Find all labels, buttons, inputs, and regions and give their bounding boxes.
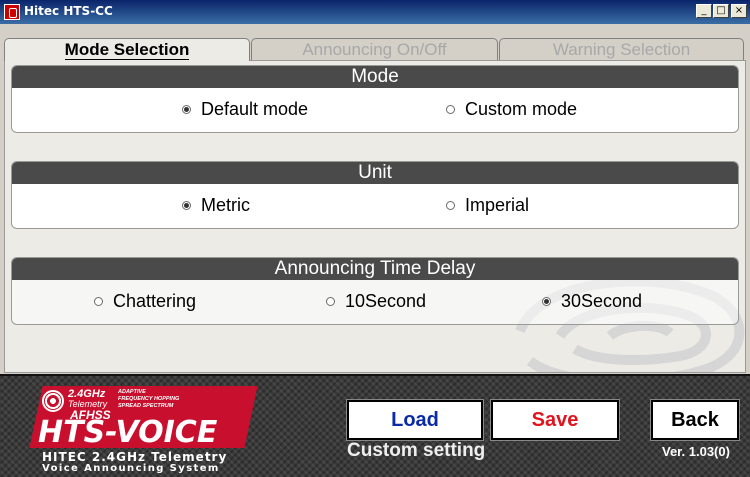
delay-group-header: Announcing Time Delay (12, 258, 738, 280)
title-bar[interactable]: Hitec HTS-CC _ □ × (0, 0, 750, 24)
radio-30second[interactable]: 30Second (542, 291, 642, 312)
mode-group: Mode Default mode Custom mode (11, 65, 739, 133)
tab-announcing-on-off[interactable]: Announcing On/Off (251, 38, 498, 60)
minimize-button[interactable]: _ (696, 4, 712, 18)
logo-name: HTS-VOICE (38, 415, 218, 450)
tab-label: Mode Selection (64, 40, 190, 60)
radio-label: Imperial (465, 195, 530, 215)
mode-selection-pane: Mode Default mode Custom mode Unit Metri… (4, 60, 746, 373)
radio-selected-icon[interactable] (542, 297, 551, 306)
logo-line1: HITEC 2.4GHz Telemetry (42, 450, 228, 464)
tab-strip: Mode Selection Announcing On/Off Warning… (4, 38, 746, 61)
unit-group-header: Unit (12, 162, 738, 184)
hts-voice-logo: 2.4GHz Telemetry AFHSS ADAPTIVE FREQUENC… (29, 386, 258, 476)
window-title: Hitec HTS-CC (24, 4, 113, 18)
radio-default-mode[interactable]: Default mode (182, 99, 308, 120)
radio-label: 10Second (345, 291, 427, 311)
radio-imperial[interactable]: Imperial (446, 195, 529, 216)
app-icon[interactable] (4, 4, 20, 20)
radio-unselected-icon[interactable] (94, 297, 103, 306)
maximize-button[interactable]: □ (713, 4, 729, 18)
announcing-delay-group: Announcing Time Delay Chattering 10Secon… (11, 257, 739, 325)
mode-group-header: Mode (12, 66, 738, 88)
tab-warning-selection[interactable]: Warning Selection (499, 38, 744, 60)
logo-adaptive: ADAPTIVE (118, 389, 146, 395)
radio-chattering[interactable]: Chattering (94, 291, 196, 312)
load-button[interactable]: Load (346, 399, 484, 441)
radio-unselected-icon[interactable] (446, 201, 455, 210)
radio-unselected-icon[interactable] (326, 297, 335, 306)
client-area: Mode Selection Announcing On/Off Warning… (0, 24, 750, 477)
radio-unselected-icon[interactable] (446, 105, 455, 114)
spiral-icon (42, 390, 64, 412)
version-label: Ver. 1.03(0) (662, 444, 730, 459)
radio-selected-icon[interactable] (182, 105, 191, 114)
radio-label: Default mode (201, 99, 309, 119)
footer-bar: 2.4GHz Telemetry AFHSS ADAPTIVE FREQUENC… (0, 374, 750, 477)
radio-label: 30Second (561, 291, 643, 311)
radio-label: Metric (201, 195, 250, 215)
logo-line2: Voice Announcing System (42, 463, 220, 474)
save-button[interactable]: Save (490, 399, 620, 441)
back-button[interactable]: Back (650, 399, 740, 441)
radio-custom-mode[interactable]: Custom mode (446, 99, 577, 120)
radio-label: Chattering (113, 291, 197, 311)
unit-group: Unit Metric Imperial (11, 161, 739, 229)
logo-spread: SPREAD SPECTRUM (118, 403, 174, 409)
radio-selected-icon[interactable] (182, 201, 191, 210)
radio-10second[interactable]: 10Second (326, 291, 426, 312)
logo-tagline: ADAPTIVE FREQUENCY HOPPING SPREAD SPECTR… (118, 389, 179, 410)
radio-label: Custom mode (465, 99, 578, 119)
radio-metric[interactable]: Metric (182, 195, 250, 216)
logo-hopping: FREQUENCY HOPPING (118, 396, 180, 402)
close-button[interactable]: × (731, 4, 747, 18)
status-text: Custom setting (347, 440, 486, 461)
tab-mode-selection[interactable]: Mode Selection (4, 38, 250, 61)
